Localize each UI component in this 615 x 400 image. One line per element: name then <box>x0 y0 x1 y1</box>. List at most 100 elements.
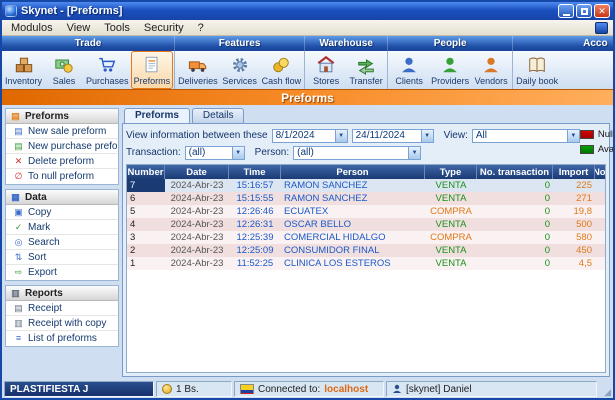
toolbar-button-providers[interactable]: Providers <box>429 51 471 89</box>
grid-header-no-transaction[interactable]: No. transaction <box>477 165 553 179</box>
mdi-window-button[interactable] <box>595 21 608 34</box>
toolbar-button-stores[interactable]: Stores <box>306 51 346 89</box>
grid-header-person[interactable]: Person <box>281 165 425 179</box>
table-cell[interactable]: 7 <box>127 179 165 192</box>
table-row[interactable]: 6 2024-Abr-23 15:15:55 RAMON SANCHEZ VENTA 0 2… <box>127 192 605 205</box>
grid-header-time[interactable]: Time <box>229 165 281 179</box>
table-cell[interactable]: 4 <box>127 218 165 231</box>
menu-item-tools[interactable]: Tools <box>97 21 137 35</box>
table-cell[interactable] <box>595 179 605 192</box>
table-cell[interactable]: 2024-Abr-23 <box>165 244 229 257</box>
chevron-down-icon[interactable]: ▼ <box>408 146 421 159</box>
table-cell[interactable]: COMERCIAL HIDALGO <box>281 231 425 244</box>
toolbar-button-purchases[interactable]: Purchases <box>84 51 131 89</box>
sidebar-item-receipt[interactable]: ▤ Receipt <box>6 301 118 316</box>
grid-header-type[interactable]: Type <box>425 165 477 179</box>
sidebar-item-receipt-with-copy[interactable]: ▥ Receipt with copy <box>6 316 118 331</box>
tab-preforms[interactable]: Preforms <box>124 108 190 123</box>
chevron-down-icon[interactable]: ▼ <box>566 129 579 142</box>
table-cell[interactable]: CONSUMIDOR FINAL <box>281 244 425 257</box>
table-cell[interactable]: COMPRA <box>425 205 477 218</box>
toolbar-button-clients[interactable]: Clients <box>389 51 429 89</box>
sidebar-item-new-sale-preform[interactable]: ▤ New sale preform <box>6 124 118 139</box>
table-cell[interactable]: 5 <box>127 205 165 218</box>
table-cell[interactable]: CLINICA LOS ESTEROS <box>281 257 425 270</box>
table-cell[interactable]: 271 <box>553 192 595 205</box>
table-cell[interactable]: 2024-Abr-23 <box>165 205 229 218</box>
table-cell[interactable]: 0 <box>477 192 553 205</box>
table-cell[interactable]: 0 <box>477 179 553 192</box>
transaction-combo[interactable]: (all) ▼ <box>184 145 245 160</box>
table-cell[interactable]: COMPRA <box>425 231 477 244</box>
table-cell[interactable]: 2024-Abr-23 <box>165 179 229 192</box>
table-cell[interactable]: 15:15:55 <box>229 192 281 205</box>
table-row[interactable]: 7 2024-Abr-23 15:16:57 RAMON SANCHEZ VENTA 0 2… <box>127 179 605 192</box>
grid-header-date[interactable]: Date <box>165 165 229 179</box>
table-cell[interactable]: 0 <box>477 205 553 218</box>
table-cell[interactable]: OSCAR BELLO <box>281 218 425 231</box>
table-cell[interactable]: RAMON SANCHEZ <box>281 192 425 205</box>
table-row[interactable]: 3 2024-Abr-23 12:25:39 COMERCIAL HIDALGO COM… <box>127 231 605 244</box>
table-cell[interactable]: RAMON SANCHEZ <box>281 179 425 192</box>
sidebar-item-new-purchase-preform[interactable]: ▤ New purchase preform <box>6 139 118 154</box>
table-cell[interactable]: 1 <box>127 257 165 270</box>
table-cell[interactable]: 225 <box>553 179 595 192</box>
table-cell[interactable]: VENTA <box>425 192 477 205</box>
toolbar-button-cash-flow[interactable]: Cash flow <box>260 51 304 89</box>
date-from-combo[interactable]: 8/1/2024 ▼ <box>271 128 348 143</box>
table-cell[interactable]: 11:52:25 <box>229 257 281 270</box>
table-cell[interactable]: ECUATEX <box>281 205 425 218</box>
table-cell[interactable]: 3 <box>127 231 165 244</box>
table-cell[interactable]: 6 <box>127 192 165 205</box>
minimize-button[interactable] <box>558 4 574 18</box>
grid-header-number[interactable]: Number <box>127 165 165 179</box>
toolbar-button-daily-book[interactable]: Daily book <box>514 51 560 89</box>
sidebar-item-copy[interactable]: ▣ Copy <box>6 205 118 220</box>
table-cell[interactable]: 450 <box>553 244 595 257</box>
grid-header-note[interactable]: Note <box>595 165 605 179</box>
table-cell[interactable]: 2024-Abr-23 <box>165 257 229 270</box>
table-cell[interactable]: 12:25:09 <box>229 244 281 257</box>
table-cell[interactable]: 2024-Abr-23 <box>165 231 229 244</box>
chevron-down-icon[interactable]: ▼ <box>334 129 347 142</box>
table-cell[interactable]: 0 <box>477 244 553 257</box>
maximize-button[interactable] <box>576 4 592 18</box>
toolbar-button-sales[interactable]: Sales <box>44 51 84 89</box>
table-row[interactable]: 1 2024-Abr-23 11:52:25 CLINICA LOS ESTEROS V… <box>127 257 605 270</box>
resize-grip[interactable]: ◢ <box>599 381 611 397</box>
menu-item-view[interactable]: View <box>60 21 98 35</box>
sidebar-item-to-null-preform[interactable]: ∅ To null preform <box>6 169 118 184</box>
table-cell[interactable]: 4,5 <box>553 257 595 270</box>
table-cell[interactable] <box>595 218 605 231</box>
sidebar-item-sort[interactable]: ⇅ Sort <box>6 250 118 265</box>
table-cell[interactable]: 0 <box>477 257 553 270</box>
table-cell[interactable] <box>595 257 605 270</box>
table-cell[interactable]: 12:26:46 <box>229 205 281 218</box>
toolbar-button-transfer[interactable]: Transfer <box>346 51 386 89</box>
tab-details[interactable]: Details <box>191 108 245 123</box>
toolbar-button-vendors[interactable]: Vendors <box>471 51 511 89</box>
grid-header-import[interactable]: Import <box>553 165 595 179</box>
menu-item-security[interactable]: Security <box>137 21 191 35</box>
title-bar[interactable]: Skynet - [Preforms] ✕ <box>2 2 613 20</box>
table-cell[interactable]: 0 <box>477 218 553 231</box>
table-cell[interactable]: 2024-Abr-23 <box>165 218 229 231</box>
table-cell[interactable] <box>595 192 605 205</box>
chevron-down-icon[interactable]: ▼ <box>231 146 244 159</box>
sidebar-item-mark[interactable]: ✓ Mark <box>6 220 118 235</box>
table-cell[interactable]: 15:16:57 <box>229 179 281 192</box>
toolbar-button-inventory[interactable]: Inventory <box>3 51 44 89</box>
table-cell[interactable]: 12:26:31 <box>229 218 281 231</box>
toolbar-button-preforms[interactable]: Preforms <box>130 51 174 89</box>
sidebar-item-list-of-preforms[interactable]: ≡ List of preforms <box>6 331 118 346</box>
table-cell[interactable] <box>595 231 605 244</box>
table-row[interactable]: 4 2024-Abr-23 12:26:31 OSCAR BELLO VENTA 0 500 <box>127 218 605 231</box>
table-row[interactable]: 2 2024-Abr-23 12:25:09 CONSUMIDOR FINAL VENT… <box>127 244 605 257</box>
close-button[interactable]: ✕ <box>594 4 610 18</box>
person-combo[interactable]: (all) ▼ <box>293 145 422 160</box>
table-cell[interactable]: 2024-Abr-23 <box>165 192 229 205</box>
sidebar-item-search[interactable]: ◎ Search <box>6 235 118 250</box>
table-cell[interactable]: 0 <box>477 231 553 244</box>
table-cell[interactable]: VENTA <box>425 244 477 257</box>
date-to-combo[interactable]: 24/11/2024 ▼ <box>351 128 434 143</box>
